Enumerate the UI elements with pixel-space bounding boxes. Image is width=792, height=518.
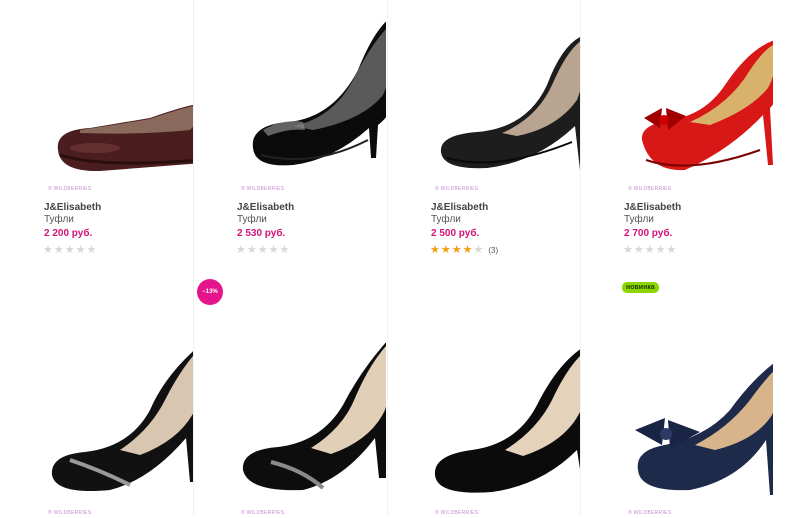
product-image[interactable] [387,0,580,185]
product-image[interactable] [580,0,773,185]
product-image[interactable] [193,320,386,505]
shoe-pump-black-matte-image [440,37,580,170]
star-icon: ★ [86,244,97,256]
star-icon: ★ [644,244,655,256]
discount-badge: −13% [197,279,223,305]
star-icon: ★ [430,244,440,256]
product-card[interactable]: ® WILDBERRIES [387,260,580,518]
shoe-suede-block-heel-image [242,342,386,491]
star-icon: ★ [43,244,53,256]
product-category: Туфли [237,214,267,225]
shoe-slingback-navy-bow-image [635,363,773,495]
product-image[interactable] [193,0,386,185]
star-icon: ★ [633,244,644,256]
product-card[interactable]: ® WILDBERRIES [580,260,773,518]
product-grid: ® WILDBERRIES J&Elisabeth Туфли 2 200 ру… [0,0,792,516]
product-brand[interactable]: J&Elisabeth [44,202,101,213]
rating-stars: ★ ★ ★ ★ ★ [236,245,289,256]
star-icon: ★ [246,244,257,256]
star-icon: ★ [257,244,268,256]
watermark: ® WILDBERRIES [48,186,92,192]
star-icon: ★ [64,244,75,256]
product-image[interactable] [580,320,773,505]
product-card[interactable]: ® WILDBERRIES [0,260,193,518]
product-brand[interactable]: J&Elisabeth [431,202,488,213]
shoe-slingback-red-image [641,40,773,171]
star-icon: ★ [440,244,451,256]
shoe-flat-burgundy-image [57,104,193,172]
product-category: Туфли [431,214,461,225]
product-price: 2 200 руб. [44,228,93,239]
product-card[interactable]: ® WILDBERRIES [193,260,386,518]
star-icon: ★ [666,244,677,256]
product-image[interactable] [0,320,193,505]
watermark: ® WILDBERRIES [435,510,479,516]
star-icon: ★ [462,244,473,256]
product-card[interactable]: ® WILDBERRIES J&Elisabeth Туфли 2 200 ру… [0,0,193,258]
product-category: Туфли [624,214,654,225]
star-icon: ★ [53,244,64,256]
watermark: ® WILDBERRIES [241,510,285,516]
rating-stars: ★ ★ ★ ★ ★ [43,245,96,256]
product-card[interactable]: ® WILDBERRIES J&Elisabeth Туфли 2 700 ру… [580,0,773,258]
product-image[interactable] [0,0,193,185]
new-badge: новинка [622,282,659,293]
product-price: 2 530 руб. [237,228,286,239]
review-count[interactable]: (3) [488,246,498,255]
star-icon: ★ [451,244,462,256]
watermark: ® WILDBERRIES [241,186,285,192]
watermark: ® WILDBERRIES [628,510,672,516]
star-icon: ★ [268,244,279,256]
shoe-block-heel-patent-image [51,351,193,491]
star-icon: ★ [623,244,633,256]
product-card[interactable]: ® WILDBERRIES J&Elisabeth Туфли 2 500 ру… [387,0,580,258]
watermark: ® WILDBERRIES [435,186,479,192]
shoe-suede-stiletto-image [434,349,580,493]
star-icon: ★ [473,244,484,256]
product-card[interactable]: ® WILDBERRIES J&Elisabeth Туфли 2 530 ру… [193,0,386,258]
star-icon: ★ [655,244,666,256]
product-price: 2 500 руб. [431,228,480,239]
watermark: ® WILDBERRIES [628,186,672,192]
shoe-pump-black-bow-image [252,21,386,166]
watermark: ® WILDBERRIES [48,510,92,516]
rating-stars: ★ ★ ★ ★ ★ (3) [430,245,498,256]
product-price: 2 700 руб. [624,228,673,239]
product-category: Туфли [44,214,74,225]
product-image[interactable] [387,320,580,505]
rating-stars: ★ ★ ★ ★ ★ [623,245,676,256]
star-icon: ★ [236,244,246,256]
star-icon: ★ [75,244,86,256]
star-icon: ★ [279,244,290,256]
product-brand[interactable]: J&Elisabeth [237,202,294,213]
product-brand[interactable]: J&Elisabeth [624,202,681,213]
